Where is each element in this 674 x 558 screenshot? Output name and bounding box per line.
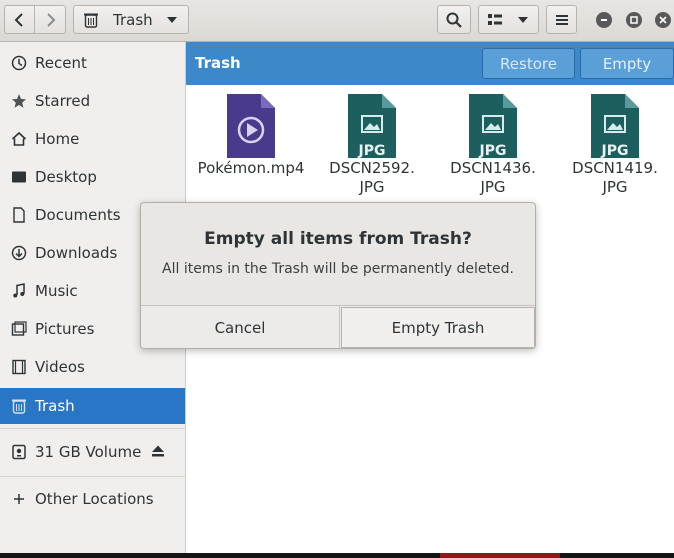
back-button[interactable]: [4, 5, 35, 34]
eject-icon[interactable]: [151, 444, 165, 458]
videos-icon: [10, 358, 28, 376]
location-button[interactable]: Trash: [73, 5, 189, 34]
file-item[interactable]: JPG DSCN2592. JPG: [312, 94, 432, 197]
file-badge: JPG: [479, 143, 507, 158]
star-icon: [10, 92, 28, 110]
sidebar-item-label: Pictures: [35, 320, 95, 338]
desktop-background-strip: [0, 553, 674, 558]
sidebar-item-home[interactable]: Home: [0, 121, 185, 157]
sidebar-item-videos[interactable]: Videos: [0, 349, 185, 385]
minimize-icon: [601, 19, 607, 21]
file-manager-window: Trash Recent Starred Home Desktop Docume…: [0, 0, 674, 553]
sidebar-item-label: Home: [35, 130, 80, 148]
forward-button[interactable]: [34, 5, 66, 34]
sidebar-item-starred[interactable]: Starred: [0, 83, 185, 119]
hamburger-icon: [555, 14, 568, 25]
clock-icon: [10, 54, 28, 72]
image-file-icon: JPG: [469, 94, 517, 159]
home-icon: [10, 130, 28, 148]
trash-icon: [84, 13, 98, 28]
sidebar-separator: [0, 476, 185, 477]
sidebar-item-desktop[interactable]: Desktop: [0, 159, 185, 195]
wallpaper-fragment: [440, 553, 560, 558]
trash-icon: [10, 397, 28, 415]
chevron-left-icon: [14, 12, 23, 27]
maximize-button[interactable]: [626, 12, 642, 28]
dialog-message: All items in the Trash will be permanent…: [162, 261, 514, 277]
header-bar: Trash: [0, 0, 674, 42]
restore-button[interactable]: Restore: [482, 48, 575, 79]
sidebar-item-recent[interactable]: Recent: [0, 45, 185, 81]
dialog-actions: Cancel Empty Trash: [141, 305, 535, 348]
file-name: DSCN2592. JPG: [329, 159, 415, 196]
chevron-down-icon: [518, 17, 528, 23]
search-button[interactable]: [437, 5, 471, 34]
empty-trash-dialog: Empty all items from Trash? All items in…: [140, 202, 536, 349]
menu-button[interactable]: [546, 5, 577, 34]
empty-trash-button[interactable]: Empty Trash: [341, 307, 535, 348]
file-name: DSCN1419. JPG: [572, 159, 658, 196]
chevron-down-icon: [167, 17, 177, 23]
file-item[interactable]: JPG DSCN1419. JPG: [555, 94, 674, 197]
file-name: DSCN1436. JPG: [450, 159, 536, 196]
sidebar-item-label: Music: [35, 282, 78, 300]
chevron-right-icon: [47, 12, 56, 27]
sidebar-item-label: Recent: [35, 54, 87, 72]
list-view-icon: [488, 13, 502, 25]
cancel-button[interactable]: Cancel: [141, 306, 340, 348]
sidebar-item-trash[interactable]: Trash: [0, 388, 185, 424]
file-badge: JPG: [601, 143, 629, 158]
sidebar-item-label: Documents: [35, 206, 121, 224]
sidebar-item-label: Desktop: [35, 168, 97, 186]
file-badge: JPG: [358, 143, 386, 158]
sidebar-separator: [0, 428, 185, 429]
minimize-button[interactable]: [596, 12, 612, 28]
maximize-icon: [630, 16, 638, 24]
file-item[interactable]: Pokémon.mp4: [191, 94, 311, 178]
file-item[interactable]: JPG DSCN1436. JPG: [433, 94, 553, 197]
file-name: Pokémon.mp4: [197, 159, 305, 177]
sidebar-item-other-locations[interactable]: Other Locations: [0, 481, 185, 517]
music-icon: [10, 282, 28, 300]
dialog-title: Empty all items from Trash?: [204, 229, 472, 249]
close-button[interactable]: [655, 12, 671, 28]
document-icon: [10, 206, 28, 224]
sidebar-item-label: Other Locations: [35, 490, 154, 508]
search-icon: [446, 12, 462, 28]
sidebar-item-label: Downloads: [35, 244, 118, 262]
sidebar-item-label: Videos: [35, 358, 85, 376]
trash-action-bar: Trash Restore Empty: [186, 42, 674, 85]
sidebar-item-label: Starred: [35, 92, 91, 110]
plus-icon: [10, 490, 28, 508]
sidebar-item-volume[interactable]: 31 GB Volume: [0, 434, 185, 470]
sidebar-item-label: 31 GB Volume: [35, 443, 142, 461]
empty-button[interactable]: Empty: [580, 48, 674, 79]
desktop-icon: [10, 168, 28, 186]
location-label: Trash: [113, 10, 153, 29]
view-options-button[interactable]: [478, 5, 539, 34]
sidebar-item-label: Trash: [35, 397, 75, 415]
image-file-icon: JPG: [348, 94, 396, 159]
close-icon: [659, 16, 667, 24]
image-file-icon: JPG: [591, 94, 639, 159]
pictures-icon: [10, 320, 28, 338]
drive-icon: [10, 443, 28, 461]
download-icon: [10, 244, 28, 262]
video-file-icon: [227, 94, 275, 158]
action-bar-title: Trash: [195, 54, 241, 72]
